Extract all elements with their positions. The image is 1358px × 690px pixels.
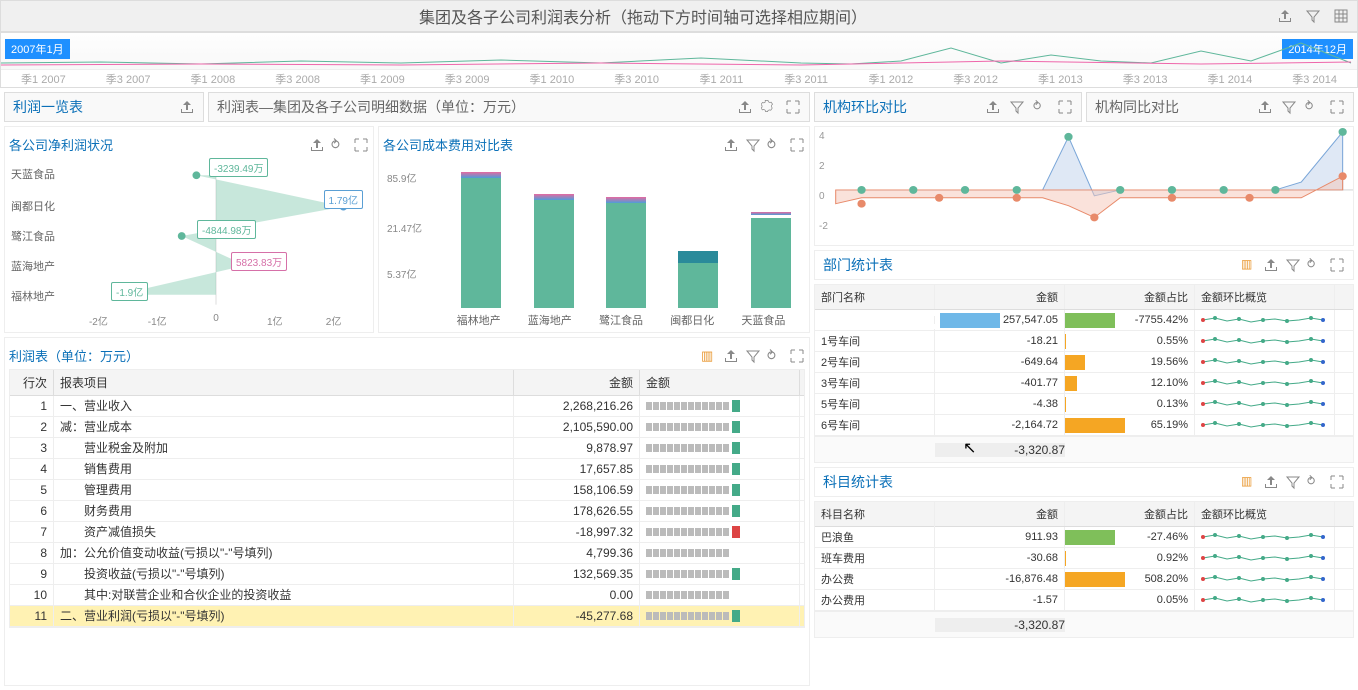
timeline-tick: 季1 2013 xyxy=(1018,70,1103,88)
timeline-selector[interactable]: 2007年1月 2014年12月 季1 2007季3 2007季1 2008季3… xyxy=(0,32,1358,88)
cost-bar[interactable] xyxy=(534,200,574,308)
cost-bar[interactable] xyxy=(678,263,718,308)
filter-icon[interactable] xyxy=(1009,99,1025,115)
export-icon[interactable] xyxy=(1263,257,1279,273)
expand-icon[interactable] xyxy=(1057,99,1073,115)
table-row[interactable]: 1一、营业收入2,268,216.26 xyxy=(10,396,804,417)
yoy-title: 机构同比对比 xyxy=(1095,97,1257,117)
export-icon[interactable] xyxy=(1257,99,1273,115)
filter-icon[interactable] xyxy=(1281,99,1297,115)
export-icon[interactable] xyxy=(723,348,739,364)
timeline-tick: 季1 2009 xyxy=(340,70,425,88)
subject-total: -3,320.87 xyxy=(935,618,1065,632)
table-row[interactable]: 2减：营业成本2,105,590.00 xyxy=(10,417,804,438)
dept-total: -3,320.87 xyxy=(935,443,1065,457)
expand-icon[interactable] xyxy=(789,348,805,364)
export-icon[interactable] xyxy=(309,137,325,153)
subject-table-header: 科目名称 金额 金额占比 金额环比概览 xyxy=(815,502,1353,527)
expand-icon[interactable] xyxy=(1329,99,1345,115)
expand-icon[interactable] xyxy=(1329,474,1345,490)
export-icon[interactable] xyxy=(723,137,739,153)
subject-title: 科目统计表 xyxy=(823,472,1241,492)
timeline-tick: 季1 2012 xyxy=(849,70,934,88)
export-icon[interactable] xyxy=(1277,8,1293,24)
table-row[interactable]: 1号车间-18.210.55% xyxy=(815,331,1353,352)
table-row[interactable]: 2号车间-649.6419.56% xyxy=(815,352,1353,373)
expand-icon[interactable] xyxy=(789,137,805,153)
page-title: 集团及各子公司利润表分析（拖动下方时间轴可选择相应期间） xyxy=(9,4,1277,28)
timeline-tick: 季1 2011 xyxy=(679,70,764,88)
table-row[interactable]: 5号车间-4.380.13% xyxy=(815,394,1353,415)
table-row[interactable]: 班车费用-30.680.92% xyxy=(815,548,1353,569)
columns-icon[interactable]: ▥ xyxy=(1241,257,1257,273)
columns-icon[interactable]: ▥ xyxy=(1241,474,1257,490)
filter-icon[interactable] xyxy=(1285,257,1301,273)
overview-title: 利润一览表 xyxy=(13,97,179,117)
filter-icon[interactable] xyxy=(1285,474,1301,490)
table-row[interactable]: 11二、营业利润(亏损以"-"号填列)-45,277.68 xyxy=(10,606,804,627)
timeline-ticks: 季1 2007季3 2007季1 2008季3 2008季1 2009季3 20… xyxy=(1,69,1357,88)
settings-icon[interactable]: ⥁ xyxy=(767,348,783,364)
detail-title: 利润表—集团及各子公司明细数据（单位：万元） xyxy=(217,97,737,117)
table-row[interactable]: 8加：公允价值变动收益(亏损以"-"号填列)4,799.36 xyxy=(10,543,804,564)
table-row[interactable]: 办公费用-1.570.05% xyxy=(815,590,1353,611)
timeline-tick: 季1 2014 xyxy=(1188,70,1273,88)
settings-icon[interactable]: ⥁ xyxy=(1307,257,1323,273)
settings-icon[interactable]: ⥁ xyxy=(1305,99,1321,115)
filter-icon[interactable] xyxy=(745,348,761,364)
export-icon[interactable] xyxy=(179,99,195,115)
cost-bar[interactable] xyxy=(606,203,646,308)
table-row[interactable]: 257,547.05-7755.42% xyxy=(815,310,1353,331)
mom-chart[interactable]: 4 2 0 -2 xyxy=(814,126,1354,246)
cost-title: 各公司成本费用对比表 xyxy=(383,135,723,154)
columns-icon[interactable]: ▥ xyxy=(701,348,717,364)
table-row[interactable]: 6号车间-2,164.7265.19% xyxy=(815,415,1353,436)
grid-icon[interactable] xyxy=(1333,8,1349,24)
cost-chart[interactable]: 85.9亿 21.47亿 5.37亿 福林地产 蓝海地产 xyxy=(383,158,805,328)
table-row[interactable]: 3 营业税金及附加9,878.97 xyxy=(10,438,804,459)
settings-icon[interactable]: ⥁ xyxy=(767,137,783,153)
table-row[interactable]: 5 管理费用158,106.59 xyxy=(10,480,804,501)
dept-title: 部门统计表 xyxy=(823,255,1241,275)
export-icon[interactable] xyxy=(1263,474,1279,490)
settings-icon[interactable] xyxy=(761,99,777,115)
table-row[interactable]: 9 投资收益(亏损以"-"号填列)132,569.35 xyxy=(10,564,804,585)
netprofit-chart[interactable]: 天蓝食品 闽都日化 鹭江食品 蓝海地产 福林地产 xyxy=(9,158,369,328)
timeline-tick: 季1 2007 xyxy=(1,70,86,88)
expand-icon[interactable] xyxy=(1329,257,1345,273)
settings-icon[interactable]: ⥁ xyxy=(331,137,347,153)
settings-icon[interactable]: ⥁ xyxy=(1307,474,1323,490)
table-row[interactable]: 3号车间-401.7712.10% xyxy=(815,373,1353,394)
cost-bar[interactable] xyxy=(461,178,501,308)
timeline-tick: 季3 2009 xyxy=(425,70,510,88)
netprofit-title: 各公司净利润状况 xyxy=(9,135,309,154)
cost-bar[interactable] xyxy=(751,218,791,308)
table-row[interactable]: 10 其中:对联营企业和合伙企业的投资收益0.00 xyxy=(10,585,804,606)
settings-icon[interactable]: ⥁ xyxy=(1033,99,1049,115)
dept-table-header: 部门名称 金额 金额占比 金额环比概览 xyxy=(815,285,1353,310)
table-row[interactable]: 7 资产减值损失-18,997.32 xyxy=(10,522,804,543)
timeline-tick: 季3 2013 xyxy=(1103,70,1188,88)
filter-icon[interactable] xyxy=(745,137,761,153)
timeline-tick: 季3 2012 xyxy=(933,70,1018,88)
mom-title: 机构环比对比 xyxy=(823,97,985,117)
expand-icon[interactable] xyxy=(353,137,369,153)
table-row[interactable]: 巴浪鱼911.93-27.46% xyxy=(815,527,1353,548)
profit-table-header: 行次 报表项目 金额 金额 xyxy=(10,370,804,396)
expand-icon[interactable] xyxy=(785,99,801,115)
profit-table-title: 利润表（单位：万元） xyxy=(9,346,701,365)
table-row[interactable]: 6 财务费用178,626.55 xyxy=(10,501,804,522)
timeline-tick: 季3 2010 xyxy=(594,70,679,88)
timeline-tick: 季3 2011 xyxy=(764,70,849,88)
timeline-tick: 季3 2014 xyxy=(1272,70,1357,88)
timeline-tick: 季3 2007 xyxy=(86,70,171,88)
timeline-tick: 季1 2008 xyxy=(171,70,256,88)
export-icon[interactable] xyxy=(985,99,1001,115)
table-row[interactable]: 4 销售费用17,657.85 xyxy=(10,459,804,480)
export-icon[interactable] xyxy=(737,99,753,115)
timeline-tick: 季1 2010 xyxy=(510,70,595,88)
table-row[interactable]: 办公费-16,876.48508.20% xyxy=(815,569,1353,590)
timeline-tick: 季3 2008 xyxy=(255,70,340,88)
filter-icon[interactable] xyxy=(1305,8,1321,24)
